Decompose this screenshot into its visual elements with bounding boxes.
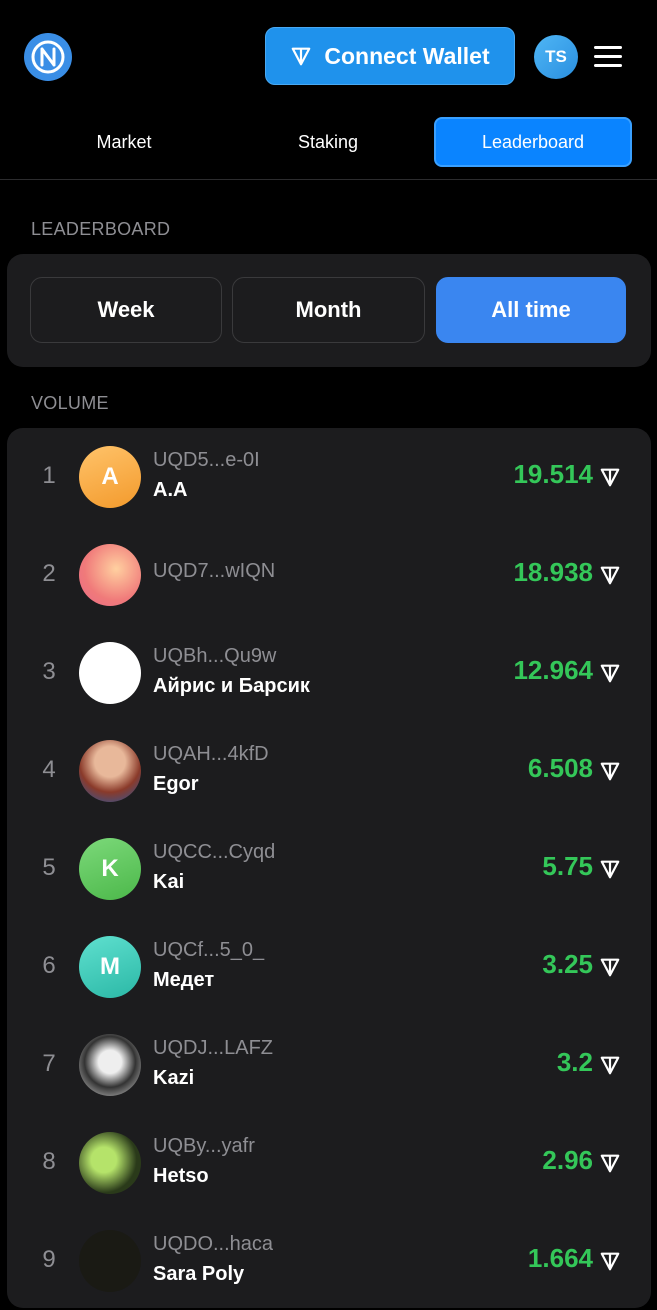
rank-number: 3 bbox=[42, 658, 56, 685]
volume-amount: 6.508 bbox=[528, 753, 621, 784]
user-avatar[interactable]: TS bbox=[534, 35, 578, 79]
tab-leaderboard[interactable]: Leaderboard bbox=[434, 117, 632, 167]
rank-number: 6 bbox=[42, 952, 56, 979]
rank-number: 7 bbox=[42, 1050, 56, 1077]
volume-amount: 3.2 bbox=[557, 1047, 621, 1078]
volume-amount: 2.96 bbox=[542, 1145, 621, 1176]
amount-value: 5.75 bbox=[542, 851, 593, 881]
ton-icon bbox=[599, 1150, 621, 1172]
user-name: Egor bbox=[153, 773, 199, 795]
tab-market[interactable]: Market bbox=[24, 117, 224, 167]
app-header: Connect Wallet TS bbox=[0, 0, 657, 112]
user-avatar bbox=[79, 1132, 141, 1194]
volume-amount: 18.938 bbox=[513, 557, 621, 588]
ton-icon bbox=[599, 1052, 621, 1074]
rank-number: 2 bbox=[42, 560, 56, 587]
wallet-address: UQAH...4kfD bbox=[153, 743, 269, 765]
leaderboard-row[interactable]: 7 UQDJ...LAFZ Kazi 3.2 bbox=[7, 1016, 651, 1114]
amount-value: 1.664 bbox=[527, 1243, 593, 1273]
amount-value: 19.514 bbox=[513, 459, 593, 489]
hamburger-menu-icon[interactable] bbox=[592, 43, 624, 71]
user-avatar: M bbox=[79, 936, 141, 998]
avatar-letter: K bbox=[101, 855, 119, 882]
avatar-letter: M bbox=[100, 953, 120, 980]
period-all-time-button[interactable]: All time bbox=[436, 277, 626, 343]
rank-number: 9 bbox=[42, 1246, 56, 1273]
user-name: Kazi bbox=[153, 1067, 195, 1089]
user-avatar bbox=[79, 1034, 141, 1096]
nav-tabs: Market Staking Leaderboard bbox=[0, 117, 657, 167]
rank-number: 8 bbox=[42, 1148, 56, 1175]
ton-icon bbox=[599, 856, 621, 878]
connect-wallet-label: Connect Wallet bbox=[324, 42, 490, 69]
amount-value: 3.25 bbox=[542, 949, 593, 979]
rank-number: 5 bbox=[42, 854, 56, 881]
wallet-address: UQCf...5_0_ bbox=[153, 939, 265, 961]
rank-number: 1 bbox=[42, 462, 56, 489]
amount-value: 2.96 bbox=[542, 1145, 593, 1175]
ton-icon bbox=[599, 954, 621, 976]
amount-value: 3.2 bbox=[556, 1047, 593, 1077]
leaderboard-row[interactable]: 8 UQBy...yafr Hetso 2.96 bbox=[7, 1114, 651, 1212]
user-avatar bbox=[79, 642, 141, 704]
connect-wallet-button[interactable]: Connect Wallet bbox=[265, 27, 515, 85]
period-selector: Week Month All time bbox=[7, 254, 651, 367]
user-name: Kai bbox=[153, 871, 185, 893]
volume-amount: 3.25 bbox=[542, 949, 621, 980]
user-name: A.A bbox=[153, 479, 188, 501]
amount-value: 12.964 bbox=[513, 655, 593, 685]
user-avatar bbox=[79, 1230, 141, 1292]
leaderboard-row[interactable]: 2 UQD7...wIQN 18.938 bbox=[7, 526, 651, 624]
user-name: Айрис и Барсик bbox=[153, 675, 310, 697]
user-name: Hetso bbox=[153, 1165, 209, 1187]
rank-number: 4 bbox=[42, 756, 56, 783]
volume-amount: 19.514 bbox=[513, 459, 621, 490]
tab-staking[interactable]: Staking bbox=[228, 117, 428, 167]
leaderboard-row[interactable]: 5 K UQCC...Cyqd Kai 5.75 bbox=[7, 820, 651, 918]
volume-amount: 1.664 bbox=[528, 1243, 621, 1274]
app-logo-icon[interactable] bbox=[24, 33, 72, 81]
leaderboard-section-label: LEADERBOARD bbox=[31, 219, 171, 239]
user-name: Медет bbox=[153, 969, 215, 991]
wallet-address: UQDO...haca bbox=[153, 1233, 274, 1255]
header-divider bbox=[0, 179, 657, 180]
period-month-button[interactable]: Month bbox=[232, 277, 425, 343]
leaderboard-row[interactable]: 3 UQBh...Qu9w Айрис и Барсик 12.964 bbox=[7, 624, 651, 722]
user-avatar: K bbox=[79, 838, 141, 900]
leaderboard-row[interactable]: 4 UQAH...4kfD Egor 6.508 bbox=[7, 722, 651, 820]
leaderboard-row[interactable]: 6 M UQCf...5_0_ Медет 3.25 bbox=[7, 918, 651, 1016]
wallet-address: UQBh...Qu9w bbox=[153, 645, 277, 667]
ton-icon bbox=[599, 660, 621, 682]
user-avatar: A bbox=[79, 446, 141, 508]
ton-icon bbox=[599, 1248, 621, 1270]
ton-icon bbox=[599, 758, 621, 780]
leaderboard-row[interactable]: 1 A UQD5...e-0I A.A 19.514 bbox=[7, 428, 651, 526]
avatar-letter: A bbox=[101, 463, 119, 490]
wallet-address: UQCC...Cyqd bbox=[153, 841, 276, 863]
user-avatar bbox=[79, 544, 141, 606]
wallet-address: UQBy...yafr bbox=[153, 1135, 255, 1157]
user-avatar bbox=[79, 740, 141, 802]
ton-icon bbox=[292, 47, 311, 66]
volume-section-label: VOLUME bbox=[31, 393, 109, 413]
wallet-address: UQD7...wIQN bbox=[153, 560, 276, 582]
wallet-address: UQD5...e-0I bbox=[153, 449, 260, 471]
period-week-button[interactable]: Week bbox=[30, 277, 222, 343]
volume-amount: 5.75 bbox=[542, 851, 621, 882]
volume-amount: 12.964 bbox=[513, 655, 621, 686]
amount-value: 6.508 bbox=[527, 753, 593, 783]
volume-list: 1 A UQD5...e-0I A.A 19.514 2 UQD7...wIQN 18.938… bbox=[7, 428, 651, 1308]
leaderboard-row[interactable]: 9 UQDO...haca Sara Poly 1.664 bbox=[7, 1212, 651, 1310]
ton-icon bbox=[599, 562, 621, 584]
ton-icon bbox=[599, 464, 621, 486]
wallet-address: UQDJ...LAFZ bbox=[153, 1037, 274, 1059]
amount-value: 18.938 bbox=[513, 557, 593, 587]
user-name: Sara Poly bbox=[153, 1263, 245, 1285]
